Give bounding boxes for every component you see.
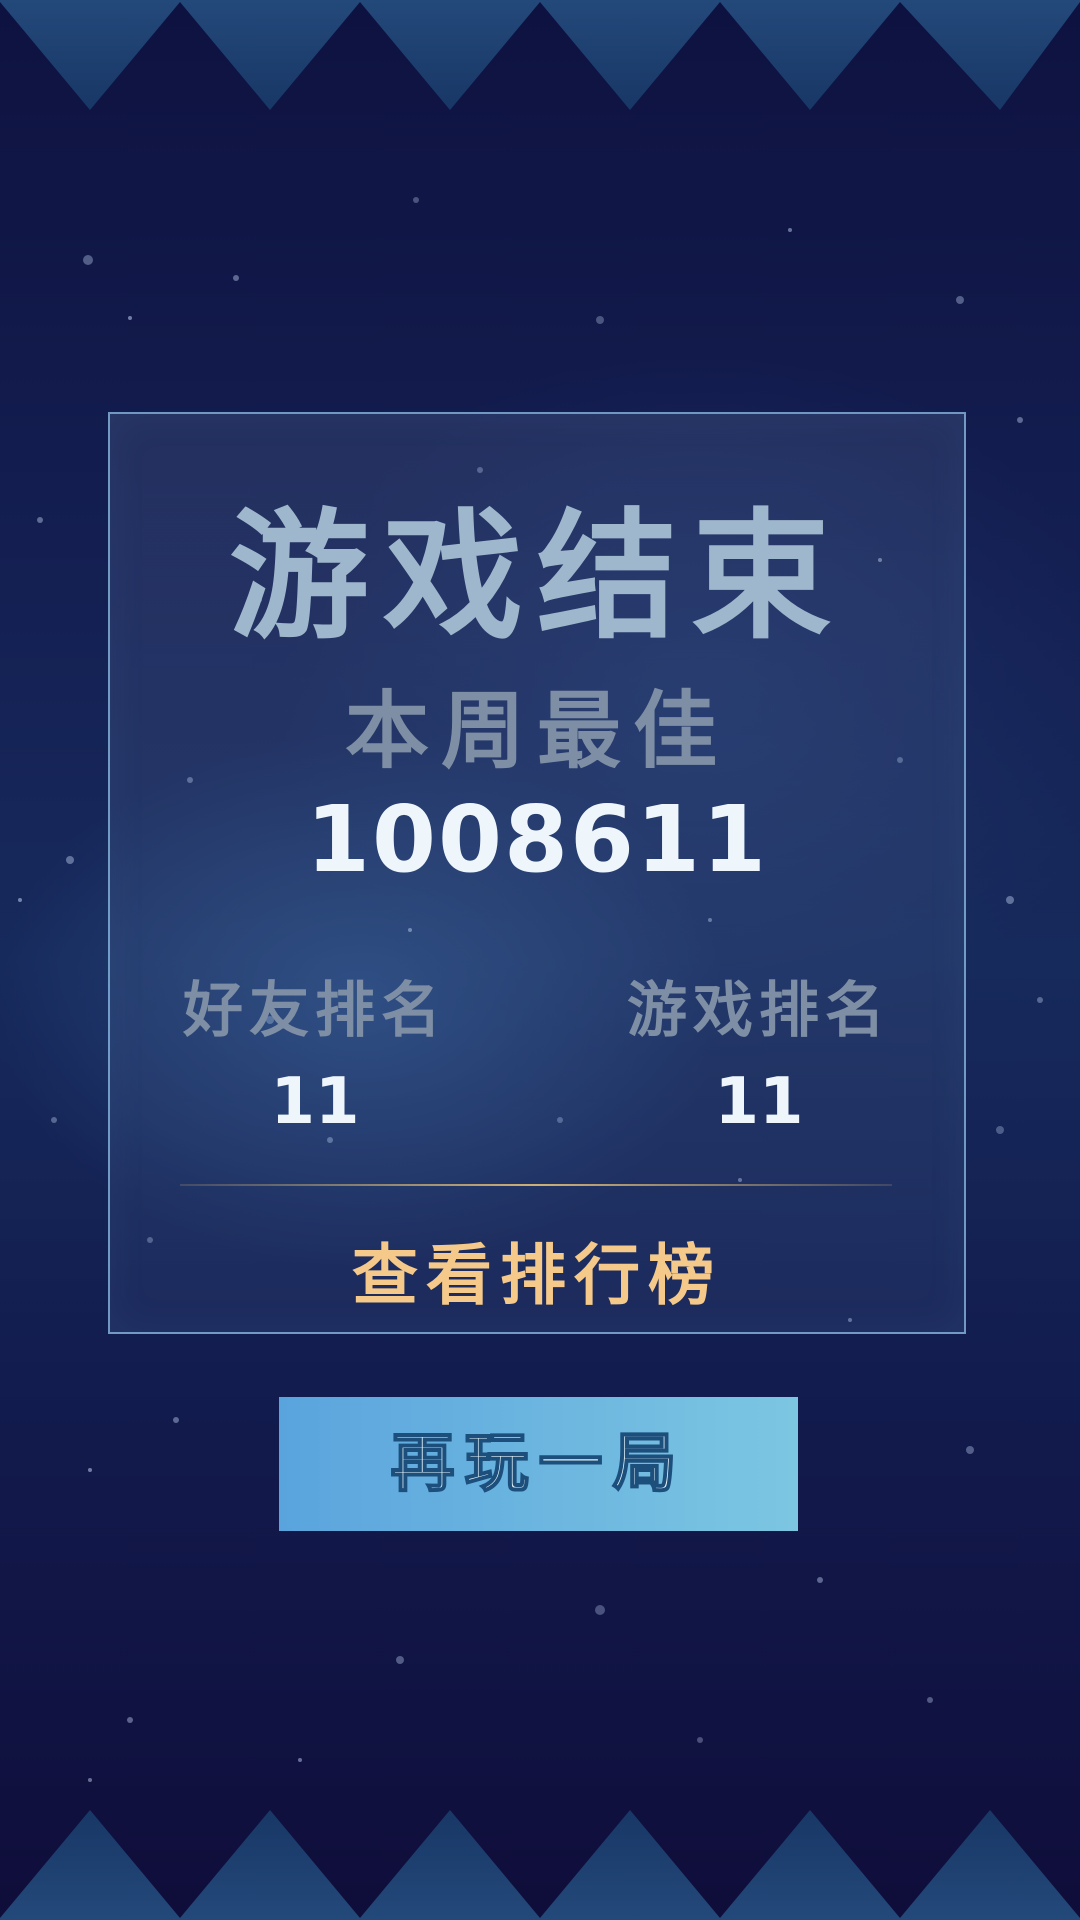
- friend-rank-label: 好友排名: [183, 976, 447, 1046]
- play-again-button[interactable]: 再玩一局: [279, 1397, 798, 1531]
- game-over-panel: 游戏结束 本周最佳 1008611 好友排名 11 游戏排名 11 查看排行榜: [108, 412, 966, 1334]
- top-spike-border: [0, 0, 1080, 110]
- game-rank-section: 游戏排名 11: [594, 962, 924, 1139]
- game-rank-value: 11: [714, 1065, 804, 1139]
- divider: [180, 1184, 892, 1186]
- game-rank-label: 游戏排名: [627, 976, 891, 1046]
- weekly-best-score: 1008611: [305, 786, 769, 893]
- game-over-title: 游戏结束: [228, 495, 845, 659]
- weekly-best-label: 本周最佳: [344, 681, 729, 780]
- friend-rank-section: 好友排名 11: [150, 962, 480, 1139]
- view-leaderboard-link[interactable]: 查看排行榜: [110, 1222, 964, 1318]
- bottom-spike-border: [0, 1810, 1080, 1920]
- friend-rank-value: 11: [270, 1065, 360, 1139]
